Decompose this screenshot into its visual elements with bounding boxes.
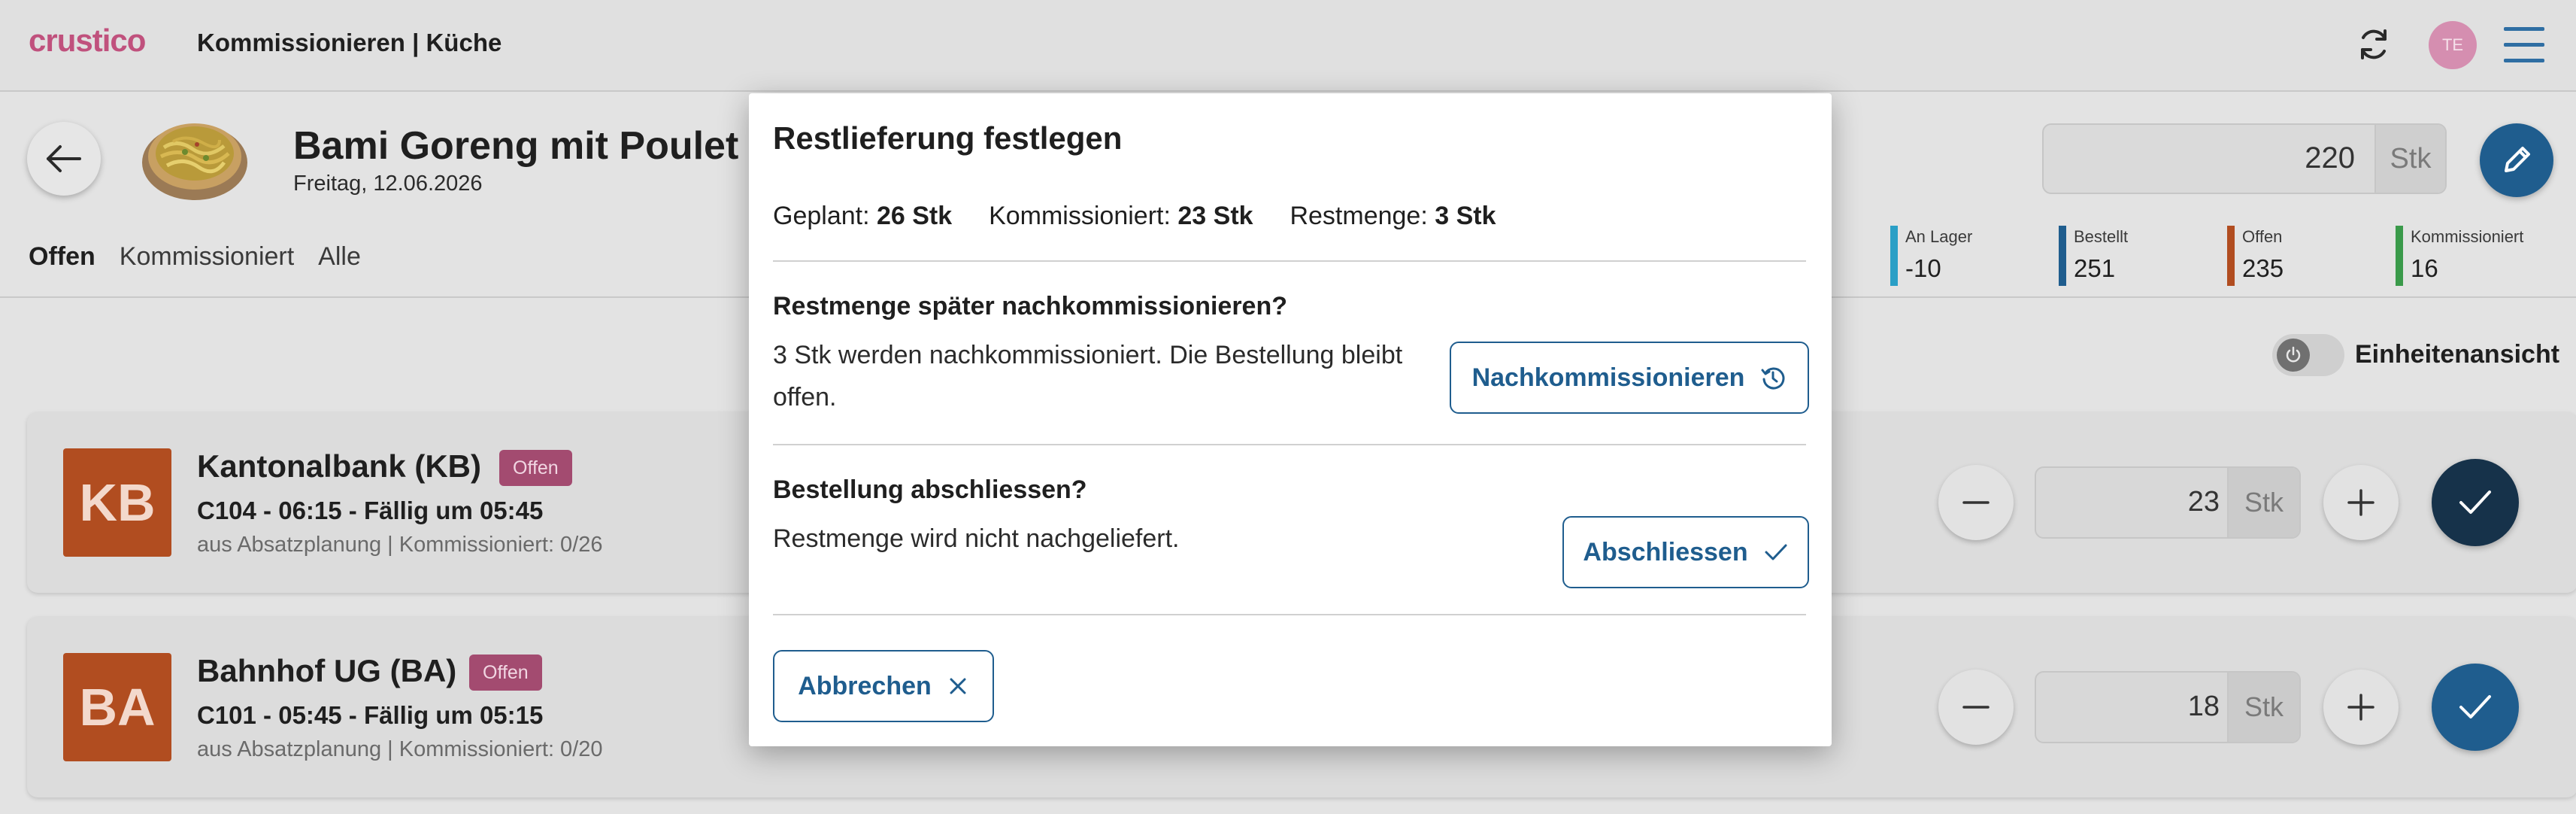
delivery-slot: C104 - 06:15 - Fällig um 05:45: [197, 497, 544, 524]
quantity-field[interactable]: 23 Stk: [2035, 466, 2301, 539]
tab-offen[interactable]: Offen: [29, 242, 95, 272]
order-meta: aus Absatzplanung | Kommissioniert: 0/26: [197, 533, 603, 557]
total-quantity-unit: Stk: [2374, 125, 2445, 193]
rest-delivery-dialog: Restlieferung festlegen Geplant: 26 Stk …: [749, 93, 1832, 746]
checkmark-icon: [1765, 544, 1787, 560]
order-meta: aus Absatzplanung | Kommissioniert: 0/20: [197, 737, 603, 761]
picked-value: 23 Stk: [1177, 202, 1253, 230]
abschliessen-button[interactable]: Abschliessen: [1562, 516, 1809, 588]
divider: [773, 260, 1806, 262]
app-logo[interactable]: crustico: [29, 23, 146, 59]
close-section-title: Bestellung abschliessen?: [773, 475, 1087, 504]
plus-icon: [2347, 694, 2374, 721]
delivery-slot: C101 - 05:45 - Fällig um 05:15: [197, 701, 544, 729]
refresh-icon[interactable]: [2355, 26, 2393, 63]
production-date: Freitag, 12.06.2026: [293, 172, 483, 196]
status-badge: Offen: [469, 655, 542, 691]
customer-initials: BA: [63, 653, 171, 761]
edit-button[interactable]: [2480, 123, 2553, 197]
stat-label: An Lager: [1905, 227, 1973, 246]
checkmark-icon: [2459, 695, 2491, 718]
stat-bar: [2059, 226, 2066, 286]
unit-view-toggle[interactable]: [2272, 334, 2344, 376]
nachkommissionieren-label: Nachkommissionieren: [1471, 363, 1745, 392]
stat-kommissioniert: Kommissioniert 16: [2396, 226, 2523, 286]
close-section-text: Restmenge wird nicht nachgeliefert.: [773, 524, 1180, 553]
quantity-summary: Geplant: 26 Stk Kommissioniert: 23 Stk R…: [773, 202, 1496, 231]
stat-bar: [2396, 226, 2403, 286]
divider: [773, 614, 1806, 615]
status-badge: Offen: [499, 450, 572, 486]
increase-button[interactable]: [2323, 465, 2399, 540]
later-section-title: Restmenge später nachkommissionieren?: [773, 292, 1288, 320]
filter-tabs: Offen Kommissioniert Alle: [29, 242, 361, 272]
rest-value: 3 Stk: [1435, 202, 1496, 230]
quantity-value: 18: [2187, 691, 2220, 722]
app-title: Kommissionieren | Küche: [197, 29, 502, 56]
stat-label: Bestellt: [2074, 227, 2129, 246]
unit-view-label: Einheitenansicht: [2355, 340, 2560, 369]
customer-initials: KB: [63, 448, 171, 557]
minus-icon: [1962, 501, 1990, 504]
tab-alle[interactable]: Alle: [318, 242, 361, 272]
dish-title: Bami Goreng mit Poulet: [293, 124, 739, 168]
abbrechen-button[interactable]: Abbrechen: [773, 650, 994, 722]
tab-kommissioniert[interactable]: Kommissioniert: [120, 242, 294, 272]
divider: [773, 444, 1806, 445]
stat-an-lager: An Lager -10: [1890, 226, 1972, 286]
customer-name: Bahnhof UG (BA): [197, 653, 457, 688]
dish-image: [142, 123, 247, 200]
stat-bar: [2227, 226, 2235, 286]
history-icon: [1761, 367, 1785, 390]
stat-label: Kommissioniert: [2411, 227, 2524, 246]
stat-value: -10: [1905, 254, 1941, 282]
total-quantity-value: 220: [2305, 141, 2355, 175]
close-icon: [950, 678, 966, 694]
dialog-title: Restlieferung festlegen: [773, 120, 1123, 156]
plus-icon: [2347, 489, 2374, 516]
picked-label: Kommissioniert:: [989, 202, 1171, 230]
confirm-pick-button[interactable]: [2432, 459, 2519, 546]
abbrechen-label: Abbrechen: [798, 671, 932, 700]
abschliessen-label: Abschliessen: [1583, 537, 1748, 566]
pencil-icon: [2505, 147, 2530, 172]
decrease-button[interactable]: [1938, 465, 2014, 540]
customer-name: Kantonalbank (KB): [197, 448, 481, 484]
quantity-field[interactable]: 18 Stk: [2035, 671, 2301, 743]
back-button[interactable]: [27, 122, 101, 196]
stat-value: 16: [2411, 254, 2438, 282]
increase-button[interactable]: [2323, 670, 2399, 745]
top-bar: crustico Kommissionieren | Küche TE: [0, 0, 2576, 92]
stat-value: 251: [2074, 254, 2116, 282]
quantity-unit: Stk: [2227, 673, 2299, 742]
stat-label: Offen: [2242, 227, 2283, 246]
hamburger-menu-icon[interactable]: [2504, 26, 2544, 65]
power-icon: [2277, 339, 2310, 372]
stat-bar: [1890, 226, 1898, 286]
decrease-button[interactable]: [1938, 670, 2014, 745]
later-section-text: 3 Stk werden nachkommissioniert. Die Bes…: [773, 341, 1403, 412]
quantity-unit: Stk: [2227, 468, 2299, 537]
checkmark-icon: [2459, 491, 2491, 514]
planned-label: Geplant:: [773, 202, 870, 230]
stat-offen: Offen 235: [2227, 226, 2284, 286]
confirm-pick-button[interactable]: [2432, 664, 2519, 751]
stat-value: 235: [2242, 254, 2284, 282]
minus-icon: [1962, 706, 1990, 709]
total-quantity-field[interactable]: 220 Stk: [2042, 123, 2447, 194]
quantity-value: 23: [2187, 486, 2220, 518]
planned-value: 26 Stk: [876, 202, 953, 230]
arrow-left-icon: [47, 145, 81, 172]
stat-bestellt: Bestellt 251: [2059, 226, 2128, 286]
user-avatar[interactable]: TE: [2429, 21, 2477, 69]
rest-label: Restmenge:: [1290, 202, 1428, 230]
nachkommissionieren-button[interactable]: Nachkommissionieren: [1450, 342, 1809, 414]
